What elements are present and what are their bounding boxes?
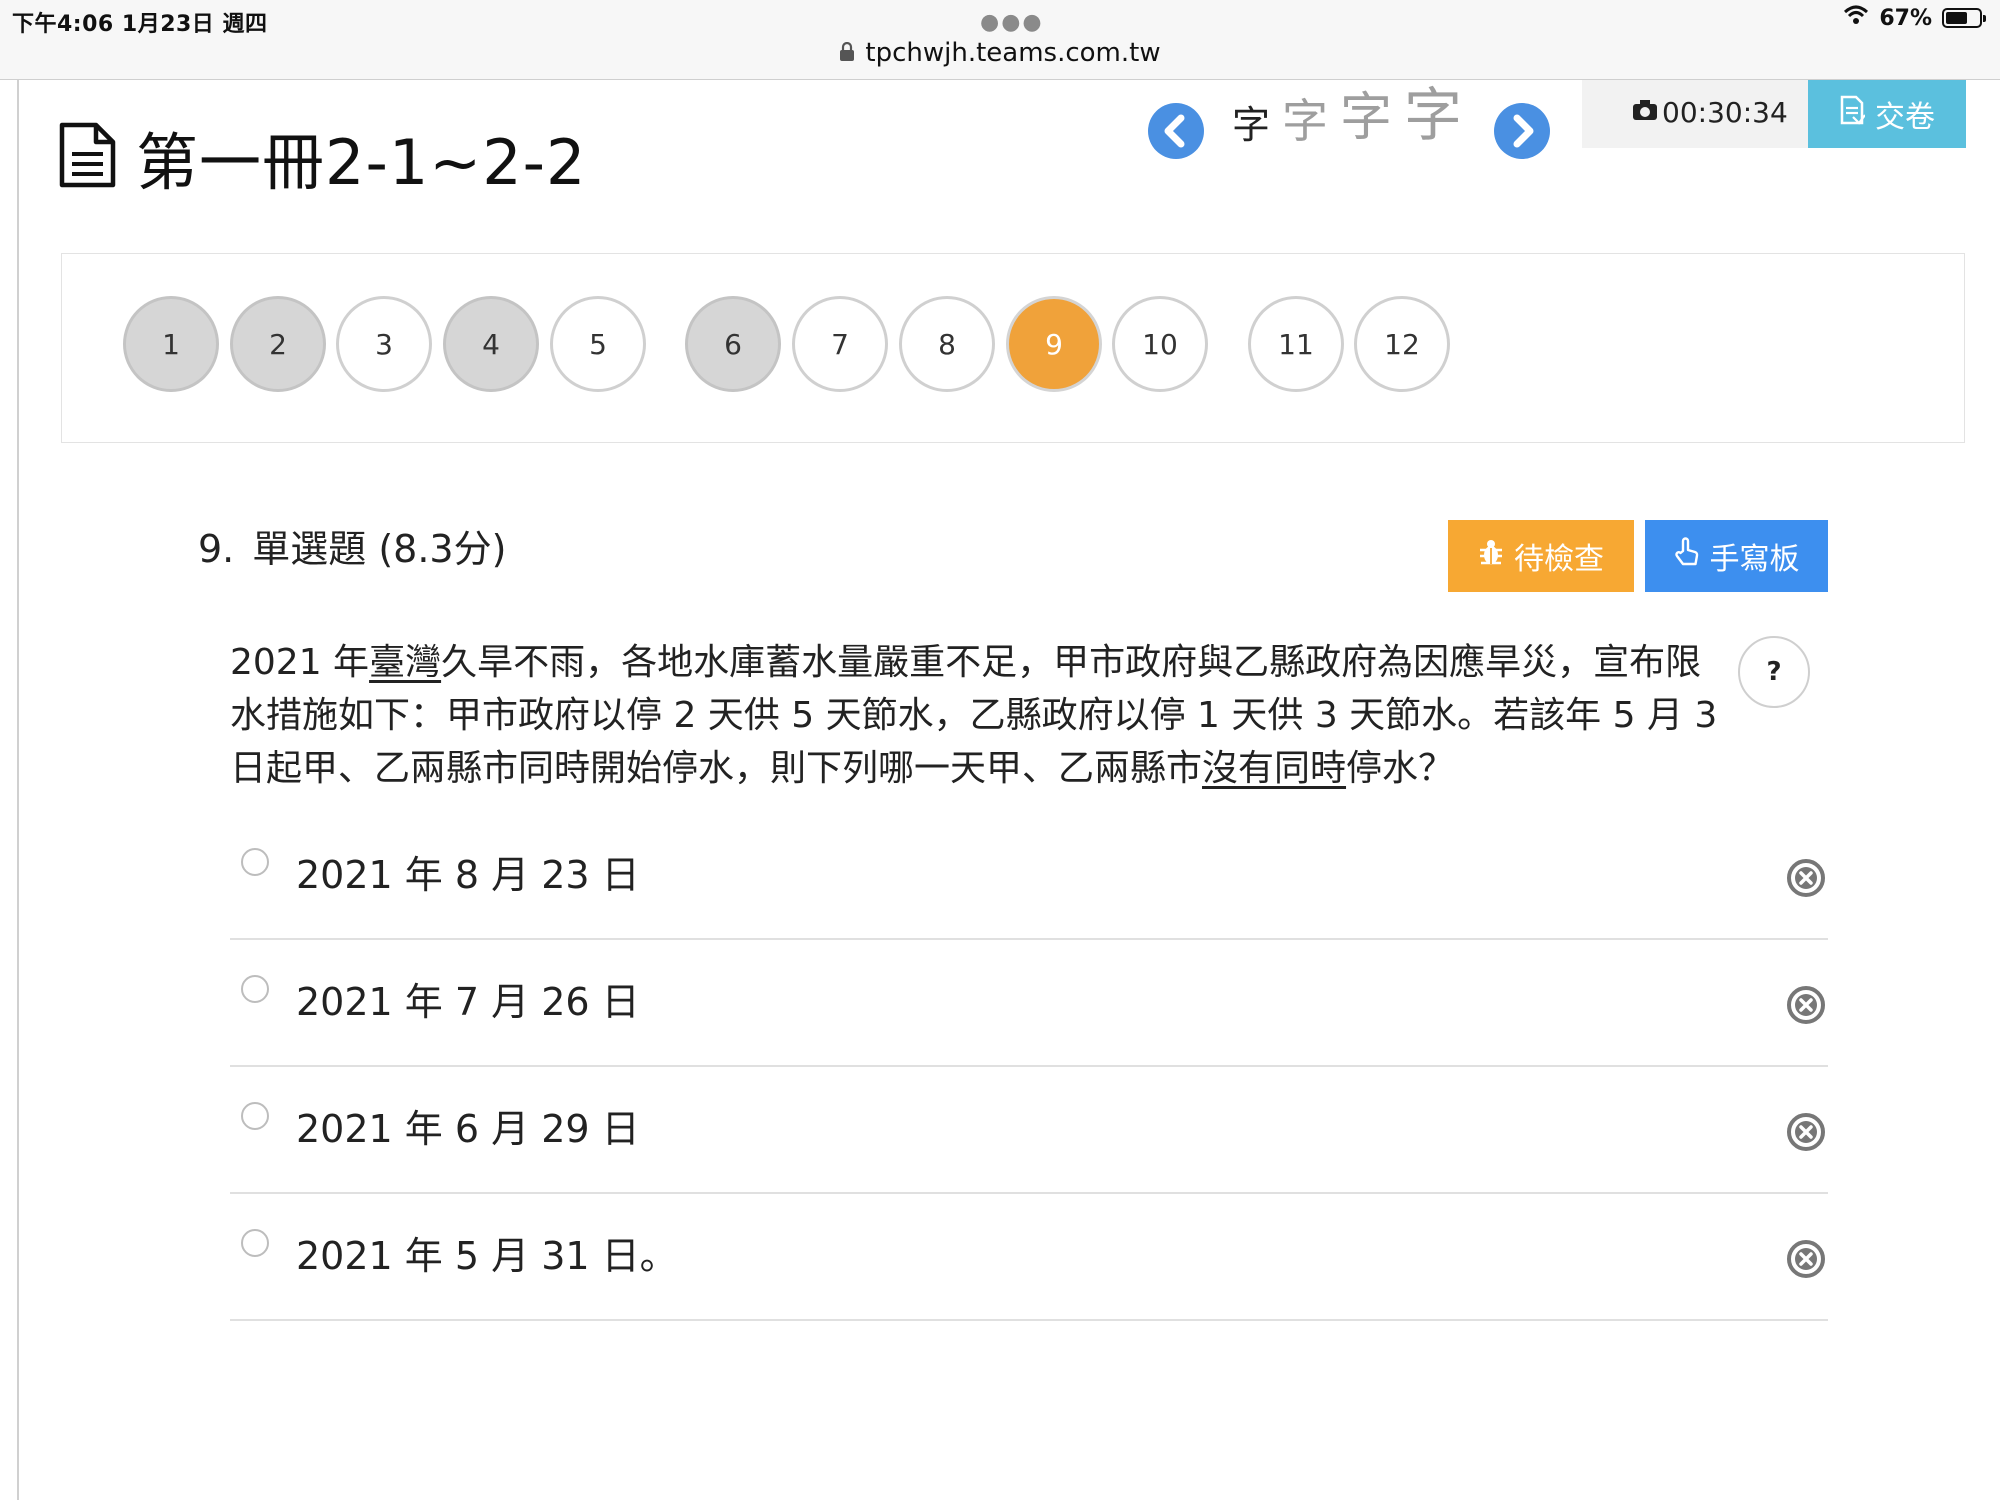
mark-for-review-button[interactable]: 待檢查 bbox=[1448, 520, 1634, 592]
question-nav-button[interactable]: 2 bbox=[230, 296, 326, 392]
submit-label: 交卷 bbox=[1875, 100, 1935, 135]
hand-pointer-icon bbox=[1674, 537, 1700, 575]
font-size-xlarge[interactable]: 字 bbox=[1404, 86, 1462, 144]
answer-option[interactable]: 2021 年 7 月 26 日 bbox=[230, 941, 1828, 1067]
option-label[interactable]: 2021 年 5 月 31 日。 bbox=[296, 1225, 678, 1280]
chevron-right-icon bbox=[1513, 114, 1534, 148]
stem-text: 停水？ bbox=[1346, 748, 1455, 789]
timer: 00:30:34 bbox=[1582, 80, 1808, 148]
submit-document-icon bbox=[1839, 95, 1866, 133]
stem-text: 久旱不雨，各地水庫蓄水量嚴重不足，甲市政府與乙縣政府為因應旱災，宣布限水措施如下… bbox=[230, 642, 1718, 789]
bug-icon bbox=[1478, 538, 1504, 574]
timer-value: 00:30:34 bbox=[1662, 96, 1788, 129]
eliminate-option-icon[interactable] bbox=[1786, 985, 1826, 1029]
question-nav-button[interactable]: 6 bbox=[685, 296, 781, 392]
stem-underlined-term: 沒有同時 bbox=[1202, 748, 1347, 789]
answer-option[interactable]: 2021 年 6 月 29 日 bbox=[230, 1068, 1828, 1194]
next-question-button[interactable] bbox=[1494, 103, 1550, 159]
question-nav-button[interactable]: 11 bbox=[1248, 296, 1344, 392]
status-right: 67% bbox=[1843, 5, 1986, 31]
answer-option[interactable]: 2021 年 8 月 23 日 bbox=[230, 814, 1828, 940]
question-nav-button-current[interactable]: 9 bbox=[1006, 296, 1102, 392]
answer-option[interactable]: 2021 年 5 月 31 日。 bbox=[230, 1195, 1828, 1321]
document-icon bbox=[58, 122, 116, 192]
question-navigator: 1 2 3 4 5 6 7 8 9 10 11 12 bbox=[61, 253, 1965, 443]
font-size-large[interactable]: 字 bbox=[1340, 92, 1392, 144]
submit-exam-button[interactable]: 交卷 bbox=[1808, 80, 1966, 148]
battery-icon bbox=[1942, 8, 1986, 28]
handwrite-label: 手寫板 bbox=[1709, 542, 1800, 577]
eliminate-option-icon[interactable] bbox=[1786, 858, 1826, 902]
previous-question-button[interactable] bbox=[1148, 103, 1204, 159]
exam-title: 第一冊2-1~2-2 bbox=[136, 126, 587, 199]
font-size-medium[interactable]: 字 bbox=[1282, 98, 1328, 144]
question-nav-button[interactable]: 5 bbox=[550, 296, 646, 392]
question-nav-button[interactable]: 1 bbox=[123, 296, 219, 392]
wifi-icon bbox=[1843, 5, 1869, 31]
review-label: 待檢查 bbox=[1514, 542, 1604, 577]
help-button[interactable]: ? bbox=[1738, 636, 1810, 708]
radio-button[interactable] bbox=[241, 975, 269, 1003]
eliminate-option-icon[interactable] bbox=[1786, 1112, 1826, 1156]
question-stem: 2021 年臺灣久旱不雨，各地水庫蓄水量嚴重不足，甲市政府與乙縣政府為因應旱災，… bbox=[230, 636, 1720, 795]
font-size-small[interactable]: 字 bbox=[1232, 106, 1270, 144]
lock-icon bbox=[839, 39, 855, 69]
option-label[interactable]: 2021 年 8 月 23 日 bbox=[296, 844, 640, 899]
stem-text: 2021 年 bbox=[230, 642, 370, 683]
status-time-date: 下午4:06 1月23日 週四 bbox=[12, 12, 268, 37]
question-number: 9. bbox=[198, 527, 235, 571]
radio-button[interactable] bbox=[241, 1229, 269, 1257]
question-nav-button[interactable]: 8 bbox=[899, 296, 995, 392]
question-nav-button[interactable]: 12 bbox=[1354, 296, 1450, 392]
question-nav-button[interactable]: 3 bbox=[336, 296, 432, 392]
radio-button[interactable] bbox=[241, 1102, 269, 1130]
page-title: 第一冊2-1~2-2 bbox=[58, 112, 586, 202]
question-nav-button[interactable]: 10 bbox=[1112, 296, 1208, 392]
address-bar[interactable]: tpchwjh.teams.com.tw bbox=[0, 38, 2000, 69]
question-header: 9. 單選題 (8.3分) bbox=[198, 518, 506, 573]
page-frame-border bbox=[17, 80, 19, 1500]
battery-percent: 67% bbox=[1879, 5, 1932, 31]
option-label[interactable]: 2021 年 7 月 26 日 bbox=[296, 971, 640, 1026]
timer-icon bbox=[1632, 96, 1658, 129]
option-label[interactable]: 2021 年 6 月 29 日 bbox=[296, 1098, 640, 1153]
font-size-selector[interactable]: 字 字 字 字 bbox=[1232, 86, 1462, 144]
radio-button[interactable] bbox=[241, 848, 269, 876]
question-nav-button[interactable]: 7 bbox=[792, 296, 888, 392]
chevron-left-icon bbox=[1164, 114, 1185, 148]
question-nav-button[interactable]: 4 bbox=[443, 296, 539, 392]
browser-top-bar: 下午4:06 1月23日 週四 ●●● tpchwjh.teams.com.tw… bbox=[0, 0, 2000, 80]
handwriting-pad-button[interactable]: 手寫板 bbox=[1645, 520, 1828, 592]
url-text: tpchwjh.teams.com.tw bbox=[865, 38, 1161, 68]
more-dots-icon[interactable]: ●●● bbox=[980, 10, 1044, 35]
eliminate-option-icon[interactable] bbox=[1786, 1239, 1826, 1283]
stem-underlined-term: 臺灣 bbox=[369, 642, 442, 683]
question-type: 單選題 (8.3分) bbox=[252, 527, 507, 571]
